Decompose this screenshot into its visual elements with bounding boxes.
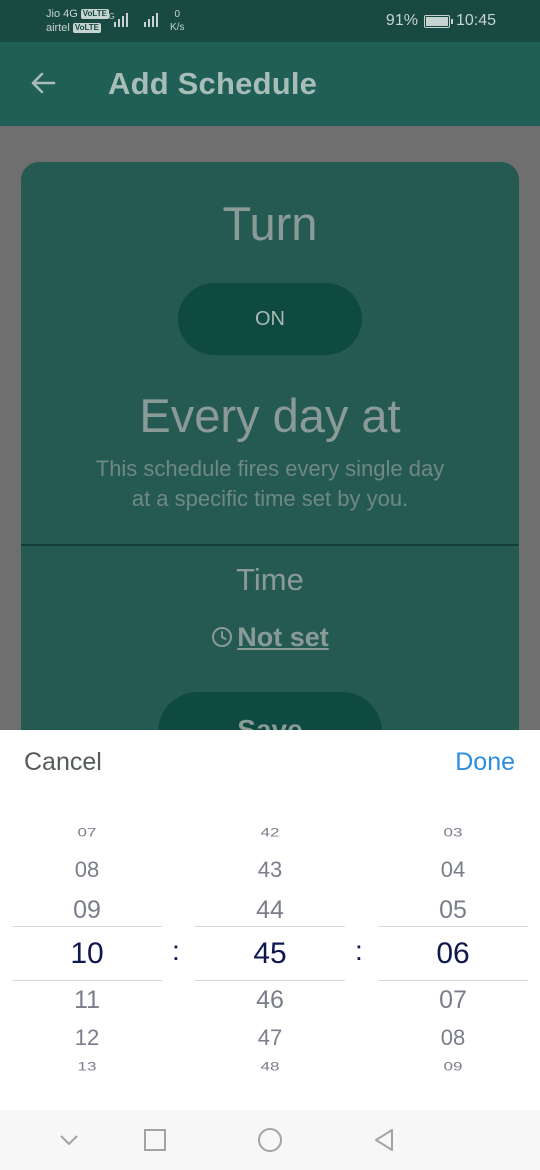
schedule-title: Every day at: [139, 389, 401, 442]
divider: [21, 544, 519, 546]
page-title: Add Schedule: [108, 66, 318, 101]
selection-line-bottom: [195, 980, 345, 981]
turn-label: Turn: [222, 197, 318, 250]
hour-wheel[interactable]: 07 08 09 10 11 12 13: [12, 820, 162, 1080]
hour-item[interactable]: 11: [12, 984, 162, 1016]
hour-item[interactable]: 07: [12, 825, 162, 840]
second-item[interactable]: 05: [378, 894, 528, 926]
carrier-2: airtel: [46, 22, 70, 34]
hour-item[interactable]: 09: [12, 894, 162, 926]
minute-wheel[interactable]: 42 43 44 45 46 47 48: [195, 820, 345, 1080]
status-bar: Jio 4G VoLTE airtel VoLTE 4G 0 K/s 91% 10:…: [0, 0, 540, 42]
schedule-card: Turn ON Every day at This schedule fires…: [21, 162, 519, 802]
status-right: 91% 10:45: [386, 12, 496, 30]
description-line-2: at a specific time set by you.: [131, 486, 409, 511]
home-circle-icon[interactable]: [256, 1127, 284, 1155]
minute-item[interactable]: 48: [195, 1059, 345, 1074]
hour-item[interactable]: 13: [12, 1059, 162, 1074]
description-line-1: This schedule fires every single day: [95, 456, 445, 481]
network-speed: 0 K/s: [170, 8, 184, 34]
colon-separator-2: :: [355, 935, 363, 966]
on-off-toggle[interactable]: ON: [178, 283, 362, 355]
second-item[interactable]: 06: [378, 934, 528, 974]
minute-item[interactable]: 46: [195, 984, 345, 1016]
minute-item[interactable]: 43: [195, 856, 345, 884]
minute-item[interactable]: 47: [195, 1024, 345, 1052]
selection-line-top: [195, 926, 345, 927]
minute-item[interactable]: 44: [195, 894, 345, 926]
minute-item[interactable]: 45: [195, 934, 345, 974]
second-item[interactable]: 09: [378, 1059, 528, 1074]
clock-icon: [212, 627, 233, 647]
second-item[interactable]: 07: [378, 984, 528, 1016]
back-triangle-icon[interactable]: [371, 1127, 397, 1153]
system-nav-bar: [0, 1110, 540, 1170]
selection-line-bottom: [12, 980, 162, 981]
done-button[interactable]: Done: [455, 748, 515, 777]
cancel-button[interactable]: Cancel: [24, 748, 102, 777]
hour-item[interactable]: 12: [12, 1024, 162, 1052]
time-label: Time: [236, 562, 304, 597]
time-picker-sheet: Cancel Done 07 08 09 10 11 12 13 : 42 43 44 45 46 4…: [0, 730, 540, 1110]
minute-item[interactable]: 42: [195, 825, 345, 840]
clock-time: 10:45: [455, 12, 496, 29]
time-value: Not set: [237, 622, 329, 652]
selection-line-top: [12, 926, 162, 927]
selection-line-top: [378, 926, 528, 927]
app-bar: Add Schedule: [0, 42, 540, 126]
volte-badge-2: VoLTE: [72, 23, 101, 33]
carrier-1: Jio 4G: [46, 8, 78, 20]
second-item[interactable]: 08: [378, 1024, 528, 1052]
schedule-description: This schedule fires every single day at …: [51, 454, 489, 514]
signal-icon: [114, 11, 128, 27]
colon-separator: :: [172, 935, 180, 966]
battery-percent: 91%: [385, 12, 418, 29]
second-wheel[interactable]: 03 04 05 06 07 08 09: [378, 820, 528, 1080]
carrier-info: Jio 4G VoLTE airtel VoLTE: [46, 7, 109, 35]
hour-item[interactable]: 10: [12, 934, 162, 974]
selection-line-bottom: [378, 980, 528, 981]
second-item[interactable]: 04: [378, 856, 528, 884]
battery-icon: [423, 14, 453, 28]
hour-item[interactable]: 08: [12, 856, 162, 884]
speed-value: 0: [174, 9, 180, 20]
time-value-link[interactable]: Not set: [21, 622, 519, 653]
arrow-left-icon[interactable]: [28, 68, 58, 98]
signal-icon-2: [144, 11, 158, 27]
second-item[interactable]: 03: [378, 825, 528, 840]
speed-unit: K/s: [170, 22, 185, 33]
chevron-down-icon[interactable]: [56, 1127, 82, 1153]
recents-square-icon[interactable]: [142, 1127, 168, 1153]
